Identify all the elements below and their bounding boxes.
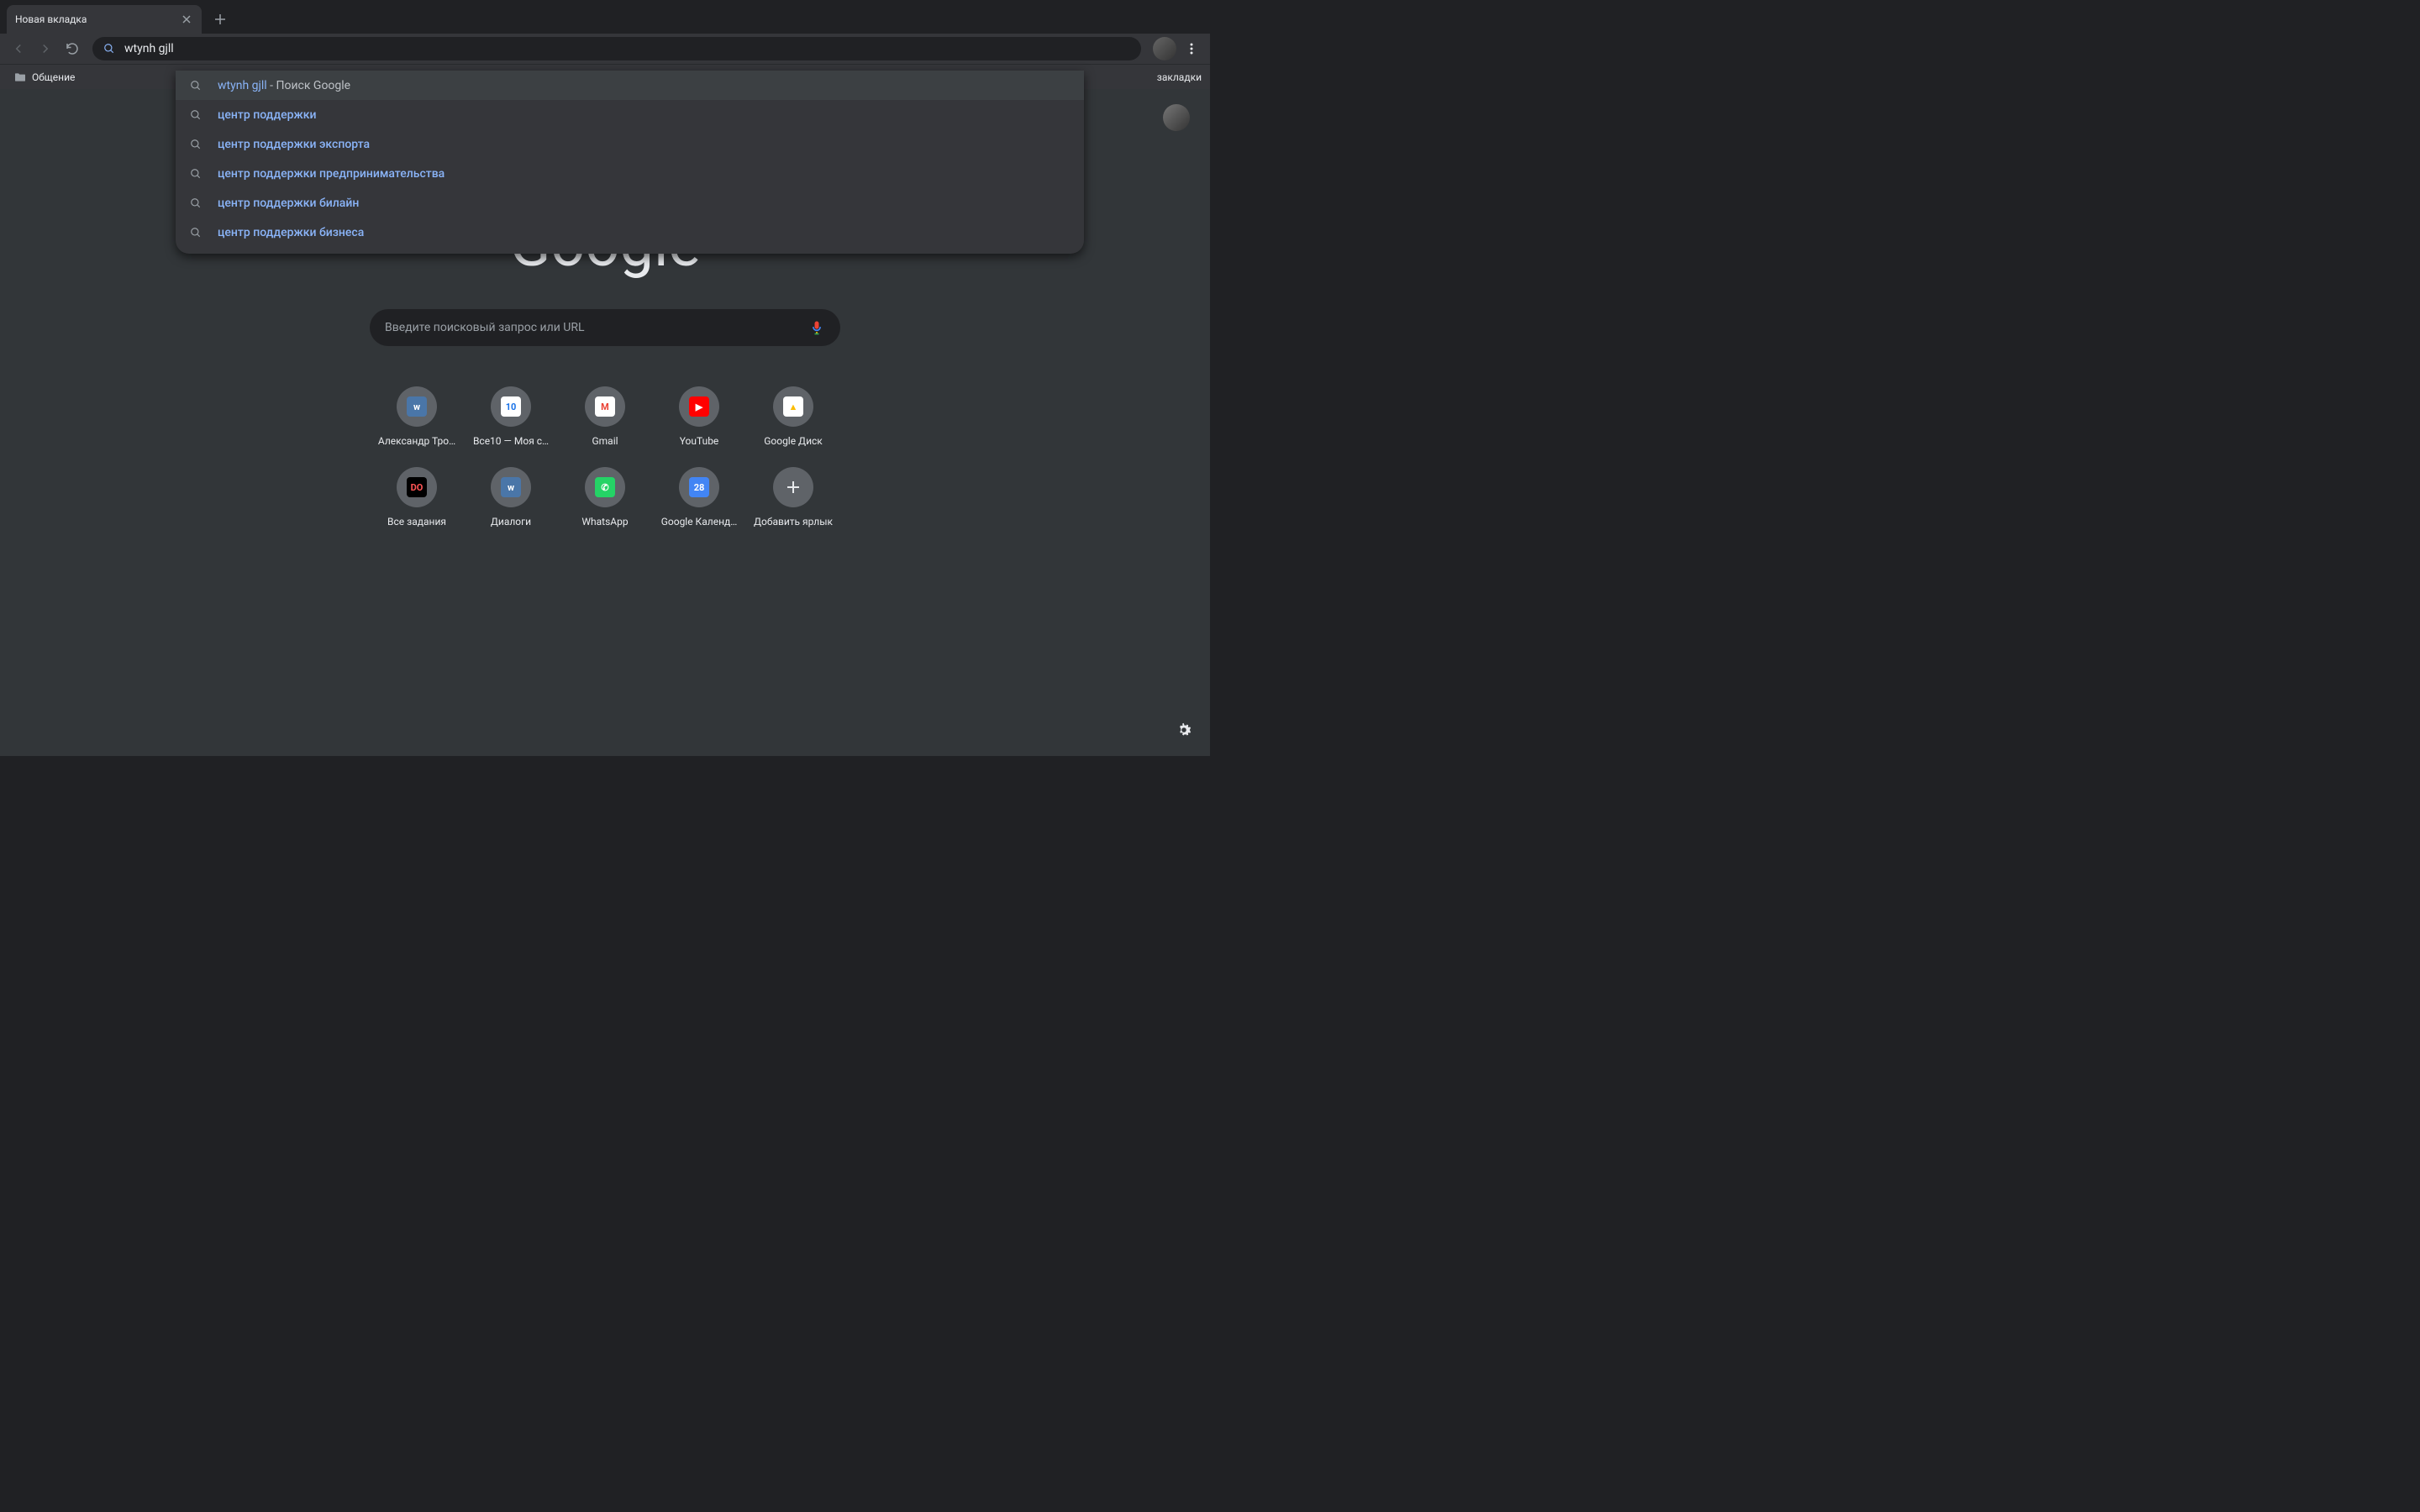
suggestion-text: wtynh gjll - Поиск Google — [218, 79, 350, 92]
tab-title: Новая вкладка — [15, 13, 180, 25]
suggestion-row[interactable]: центр поддержки бизнеса — [176, 218, 1084, 247]
other-bookmarks[interactable]: закладки — [1157, 71, 1202, 83]
search-icon — [189, 226, 203, 239]
shortcut-label: Александр Тро… — [378, 435, 455, 447]
shortcut-tile[interactable]: w Александр Тро… — [370, 386, 464, 447]
address-input[interactable] — [124, 42, 1131, 55]
suggestion-row[interactable]: центр поддержки билайн — [176, 188, 1084, 218]
new-tab-button[interactable] — [208, 8, 232, 31]
shortcut-icon — [773, 467, 813, 507]
shortcut-tile[interactable]: ▲ Google Диск — [746, 386, 840, 447]
suggestion-text: центр поддержки экспорта — [218, 138, 370, 151]
profile-avatar-button[interactable] — [1153, 37, 1176, 60]
shortcut-tile[interactable]: ✆ WhatsApp — [558, 467, 652, 528]
shortcut-icon: w — [491, 467, 531, 507]
shortcut-label: Все задания — [387, 516, 446, 528]
shortcut-label: WhatsApp — [581, 516, 628, 528]
shortcut-tile[interactable]: DO Все задания — [370, 467, 464, 528]
suggestion-row[interactable]: wtynh gjll - Поиск Google — [176, 71, 1084, 100]
browser-toolbar: wtynh gjll - Поиск Googleцентр поддержки… — [0, 34, 1210, 64]
mic-icon[interactable] — [808, 319, 825, 336]
search-icon — [189, 197, 203, 210]
add-shortcut-button[interactable]: Добавить ярлык — [746, 467, 840, 528]
shortcut-tile[interactable]: 10 Все10 — Моя с… — [464, 386, 558, 447]
omnibox-suggestions: wtynh gjll - Поиск Google центр поддержки… — [176, 71, 1084, 254]
shortcut-icon: w — [397, 386, 437, 427]
shortcut-tile[interactable]: 28 Google Календ… — [652, 467, 746, 528]
search-icon — [103, 42, 116, 55]
suggestion-row[interactable]: центр поддержки — [176, 100, 1084, 129]
shortcut-icon: ✆ — [585, 467, 625, 507]
shortcut-label: Gmail — [592, 435, 618, 447]
shortcut-label: Диалоги — [491, 516, 531, 528]
shortcut-tile[interactable]: ▶ YouTube — [652, 386, 746, 447]
search-icon — [189, 79, 203, 92]
suggestion-row[interactable]: центр поддержки предпринимательства — [176, 159, 1084, 188]
tab-strip: Новая вкладка — [0, 0, 1210, 34]
shortcut-label: Добавить ярлык — [754, 516, 833, 528]
shortcut-label: Google Диск — [764, 435, 823, 447]
customize-button[interactable] — [1175, 721, 1195, 741]
shortcut-icon: 10 — [491, 386, 531, 427]
shortcut-tile[interactable]: M Gmail — [558, 386, 652, 447]
omnibox[interactable] — [92, 37, 1141, 60]
suggestion-text: центр поддержки бизнеса — [218, 226, 364, 239]
menu-button[interactable] — [1180, 37, 1203, 60]
suggestion-text: центр поддержки предпринимательства — [218, 167, 445, 181]
search-placeholder: Введите поисковый запрос или URL — [385, 321, 808, 334]
shortcut-tile[interactable]: w Диалоги — [464, 467, 558, 528]
search-icon — [189, 167, 203, 181]
bookmark-folder-label: Общение — [32, 71, 75, 83]
shortcut-grid: w Александр Тро… 10 Все10 — Моя с… M Gmail ▶ Yo… — [370, 386, 840, 528]
shortcut-label: Все10 — Моя с… — [473, 435, 549, 447]
shortcut-icon: M — [585, 386, 625, 427]
shortcut-icon: ▶ — [679, 386, 719, 427]
back-button[interactable] — [7, 37, 30, 60]
search-icon — [189, 108, 203, 122]
suggestion-text: центр поддержки билайн — [218, 197, 359, 210]
browser-tab[interactable]: Новая вкладка — [7, 5, 202, 34]
bookmark-folder[interactable]: Общение — [8, 67, 80, 87]
forward-button[interactable] — [34, 37, 57, 60]
folder-icon — [13, 71, 27, 84]
reload-button[interactable] — [60, 37, 84, 60]
shortcut-label: YouTube — [680, 435, 719, 447]
omnibox-wrap: wtynh gjll - Поиск Googleцентр поддержки… — [92, 37, 1141, 60]
ntp-search-box[interactable]: Введите поисковый запрос или URL — [370, 309, 840, 346]
suggestion-row[interactable]: центр поддержки экспорта — [176, 129, 1084, 159]
shortcut-icon: DO — [397, 467, 437, 507]
close-tab-icon[interactable] — [180, 13, 193, 26]
search-icon — [189, 138, 203, 151]
account-avatar[interactable] — [1163, 104, 1190, 131]
shortcut-icon: 28 — [679, 467, 719, 507]
shortcut-icon: ▲ — [773, 386, 813, 427]
suggestion-text: центр поддержки — [218, 108, 317, 122]
shortcut-label: Google Календ… — [661, 516, 738, 528]
